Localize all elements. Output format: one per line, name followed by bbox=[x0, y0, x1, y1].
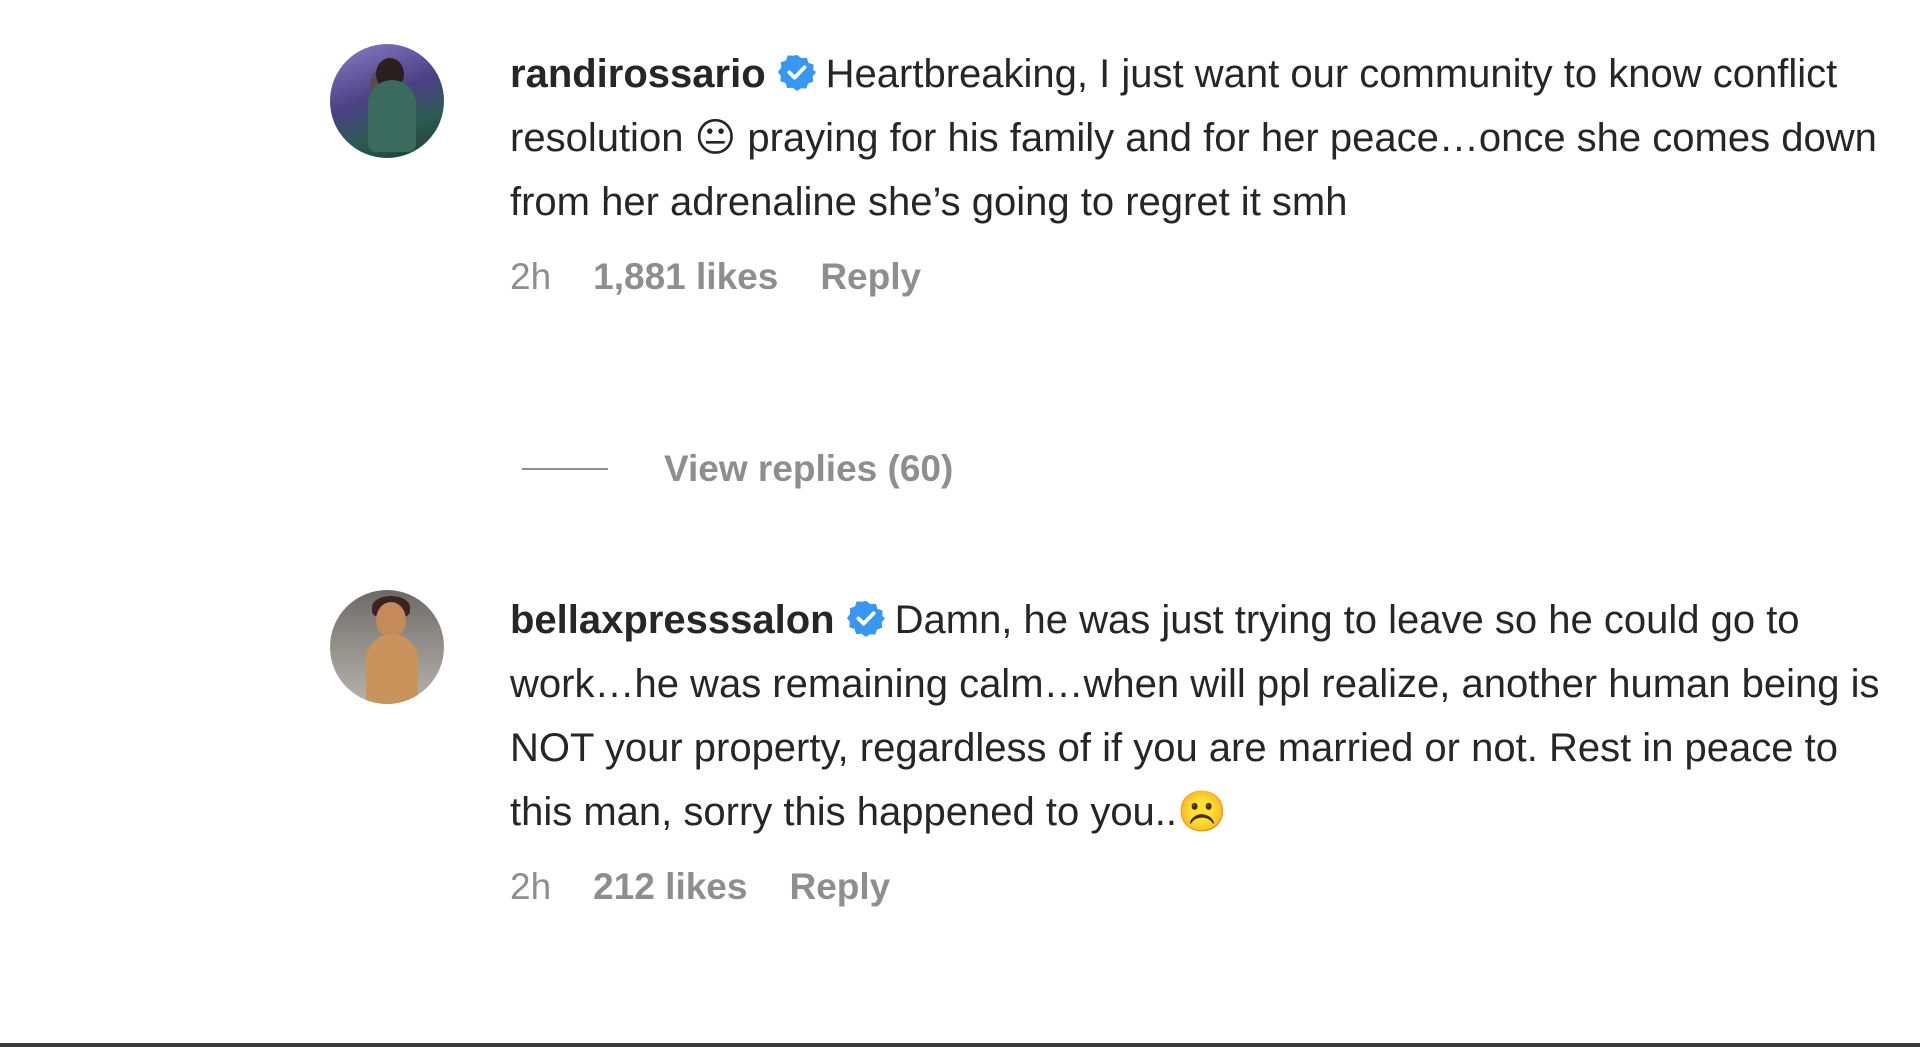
comment-username[interactable]: randirossario bbox=[510, 52, 766, 96]
reply-button[interactable]: Reply bbox=[789, 866, 890, 908]
comment-text-block: bellaxpresssalon Damn, he was just trying… bbox=[510, 588, 1890, 844]
comment-meta: 2h 212 likes Reply bbox=[510, 866, 1890, 908]
comment-time[interactable]: 2h bbox=[510, 256, 551, 298]
view-replies-label: View replies (60) bbox=[664, 448, 954, 489]
avatar[interactable] bbox=[330, 44, 444, 158]
comment-time[interactable]: 2h bbox=[510, 866, 551, 908]
view-replies-divider bbox=[522, 468, 608, 470]
avatar-figure bbox=[366, 634, 418, 704]
verified-badge-icon bbox=[846, 600, 885, 637]
avatar-figure bbox=[368, 80, 416, 152]
comment-body: bellaxpresssalon Damn, he was just trying… bbox=[510, 588, 1890, 908]
comment-likes[interactable]: 1,881 likes bbox=[593, 256, 778, 298]
comment-text-block: randirossario Heartbreaking, I just want … bbox=[510, 42, 1890, 234]
comment-meta: 2h 1,881 likes Reply bbox=[510, 256, 1890, 298]
avatar[interactable] bbox=[330, 590, 444, 704]
comment-body: randirossario Heartbreaking, I just want … bbox=[510, 42, 1890, 298]
view-replies-button[interactable]: View replies (60) bbox=[522, 448, 953, 490]
comment-likes[interactable]: 212 likes bbox=[593, 866, 747, 908]
reply-button[interactable]: Reply bbox=[820, 256, 921, 298]
comment-username[interactable]: bellaxpresssalon bbox=[510, 598, 835, 642]
avatar-head bbox=[376, 602, 406, 638]
verified-badge-icon bbox=[777, 54, 816, 91]
window-bottom-border bbox=[0, 1043, 1920, 1047]
